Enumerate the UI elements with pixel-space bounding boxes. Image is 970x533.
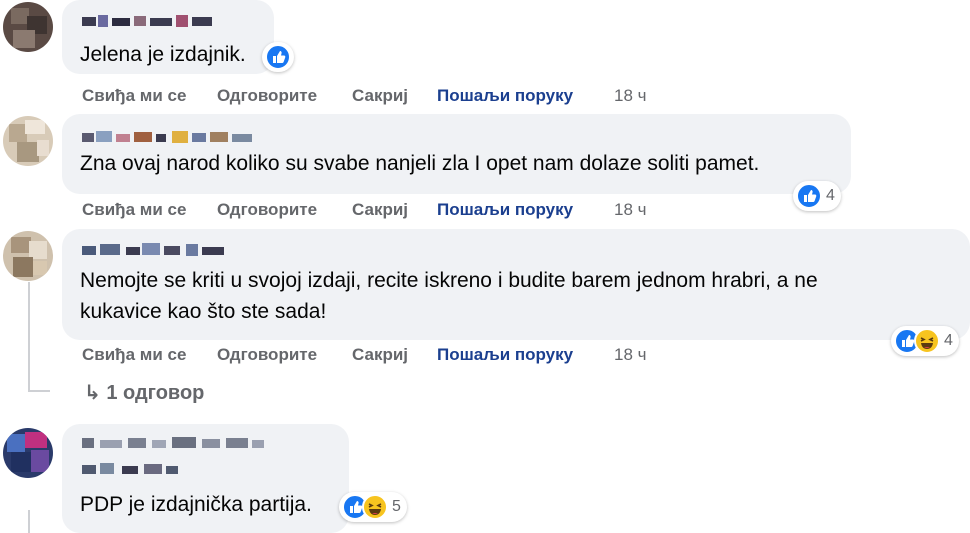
reply-button[interactable]: Одговорите — [217, 200, 317, 220]
hide-button[interactable]: Сакриј — [352, 200, 408, 220]
like-button[interactable]: Свиђа ми се — [82, 345, 186, 365]
hide-button[interactable]: Сакриј — [352, 345, 408, 365]
comment-actions: Свиђа ми се Одговорите Сакриј Пошаљи пор… — [82, 345, 782, 367]
avatar[interactable] — [3, 2, 53, 52]
comment-actions: Свиђа ми се Одговорите Сакриј Пошаљи пор… — [82, 200, 782, 222]
thread-line — [28, 510, 30, 533]
thread-line — [28, 282, 30, 392]
comment-text: kukavice kao što ste sada! — [80, 300, 327, 323]
avatar[interactable] — [3, 116, 53, 166]
hide-button[interactable]: Сакриј — [352, 86, 408, 106]
reply-button[interactable]: Одговорите — [217, 345, 317, 365]
like-button[interactable]: Свиђа ми се — [82, 200, 186, 220]
send-message-button[interactable]: Пошаљи поруку — [437, 345, 573, 365]
avatar[interactable] — [3, 231, 53, 281]
send-message-button[interactable]: Пошаљи поруку — [437, 86, 573, 106]
timestamp[interactable]: 18 ч — [614, 200, 647, 220]
reply-button[interactable]: Одговорите — [217, 86, 317, 106]
commenter-name-blurred — [82, 15, 212, 27]
commenter-name-blurred — [82, 131, 252, 143]
comment-text: Jelena je izdajnik. — [80, 43, 246, 66]
like-icon — [265, 44, 291, 70]
commenter-name-blurred — [82, 437, 264, 448]
send-message-button[interactable]: Пошаљи поруку — [437, 200, 573, 220]
timestamp[interactable]: 18 ч — [614, 86, 647, 106]
like-icon — [796, 183, 822, 209]
comment-text: Nemojte se kriti u svojoj izdaji, recite… — [80, 269, 818, 292]
reaction-count: 5 — [392, 498, 401, 515]
comment-text: PDP je izdajnička partija. — [80, 493, 312, 516]
haha-icon — [362, 494, 388, 520]
timestamp[interactable]: 18 ч — [614, 345, 647, 365]
like-button[interactable]: Свиђа ми се — [82, 86, 186, 106]
reaction-summary[interactable]: 5 — [339, 492, 407, 522]
avatar[interactable] — [3, 428, 53, 478]
comment-text: Zna ovaj narod koliko su svabe nanjeli z… — [80, 152, 760, 175]
view-replies-link[interactable]: ↳ 1 одговор — [84, 380, 204, 405]
haha-icon — [914, 328, 940, 354]
commenter-name-blurred — [82, 243, 224, 256]
reaction-summary[interactable]: 4 — [891, 326, 959, 356]
reaction-summary[interactable]: 4 — [793, 181, 841, 211]
reaction-count: 4 — [826, 187, 835, 204]
commenter-name-blurred — [82, 463, 178, 474]
thread-line-curve — [28, 390, 50, 392]
reaction-count: 4 — [944, 332, 953, 349]
reaction-summary[interactable] — [262, 42, 294, 72]
comment-actions: Свиђа ми се Одговорите Сакриј Пошаљи пор… — [82, 86, 782, 108]
